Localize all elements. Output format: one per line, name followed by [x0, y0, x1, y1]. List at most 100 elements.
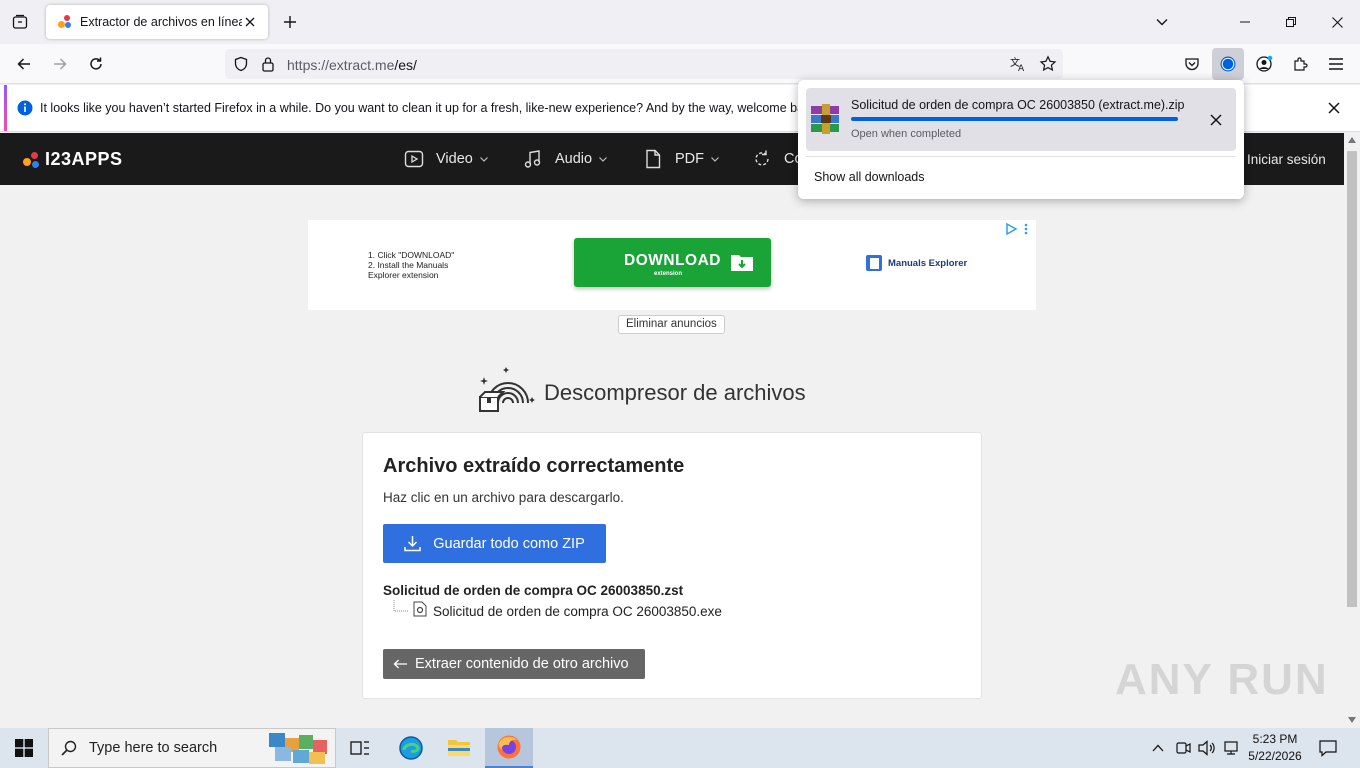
chevron-down-icon — [598, 154, 608, 164]
account-icon[interactable] — [1248, 48, 1280, 80]
cancel-download-icon[interactable] — [1200, 104, 1232, 136]
ad-banner[interactable]: 1. Click "DOWNLOAD" 2. Install the Manua… — [308, 220, 1036, 310]
ad-steps: 1. Click "DOWNLOAD" 2. Install the Manua… — [368, 250, 454, 280]
notifications-icon[interactable] — [1308, 728, 1348, 768]
menu-hamburger-icon[interactable] — [1320, 48, 1352, 80]
firefox-taskbar-icon[interactable] — [485, 728, 533, 768]
page-scrollbar[interactable] — [1344, 133, 1360, 728]
meet-now-icon[interactable] — [1172, 728, 1194, 768]
site-logo[interactable]: I23APPS — [23, 149, 123, 170]
login-link[interactable]: Iniciar sesión — [1247, 152, 1326, 167]
menu-video-label: Video — [436, 151, 473, 167]
downloads-icon[interactable] — [1212, 48, 1244, 80]
file-explorer-icon[interactable] — [435, 728, 483, 768]
search-placeholder: Type here to search — [89, 740, 218, 756]
new-tab-icon[interactable] — [274, 6, 306, 38]
search-highlight-puzzle-icon — [265, 730, 329, 766]
save-all-zip-button[interactable]: Guardar todo como ZIP — [383, 524, 606, 563]
minimize-icon[interactable] — [1222, 0, 1268, 44]
adchoices-icon[interactable] — [1005, 223, 1017, 235]
remove-ads-button[interactable]: Eliminar anuncios — [618, 315, 725, 334]
scroll-down-icon[interactable] — [1348, 717, 1356, 723]
url-text[interactable]: https://extract.me/es/ — [287, 57, 417, 73]
arrow-left-icon — [393, 659, 407, 669]
url-bar[interactable]: https://extract.me/es/ 文A — [225, 49, 1063, 79]
close-tab-icon[interactable] — [242, 14, 258, 30]
menu-video[interactable]: Video — [404, 149, 489, 169]
windows-taskbar: Type here to search 5:23 PM 5/22/2026 — [0, 728, 1360, 768]
tab-title: Extractor de archivos en línea — [80, 15, 242, 29]
archive-name: Solicitud de orden de compra OC 26003850… — [383, 583, 684, 598]
ad-download-label: DOWNLOAD — [624, 252, 721, 269]
manuals-book-icon — [866, 255, 882, 271]
ad-download-sub: extension — [654, 271, 683, 277]
network-icon[interactable] — [1220, 728, 1242, 768]
winrar-archive-icon — [809, 103, 841, 135]
reload-icon[interactable] — [80, 48, 112, 80]
menu-convert[interactable]: Co — [752, 149, 803, 169]
extract-another-button[interactable]: Extraer contenido de otro archivo — [383, 649, 645, 679]
result-card: Archivo extraído correctamente Haz clic … — [362, 432, 982, 699]
show-all-downloads-link[interactable]: Show all downloads — [814, 170, 925, 184]
menu-audio[interactable]: Audio — [523, 149, 608, 169]
close-notification-icon[interactable] — [1318, 92, 1350, 124]
logo-dots-icon — [23, 150, 43, 170]
url-path: /es/ — [394, 57, 417, 73]
menu-pdf[interactable]: PDF — [643, 149, 720, 169]
ad-step-1: 1. Click "DOWNLOAD" — [368, 250, 455, 260]
navigation-toolbar: https://extract.me/es/ 文A — [0, 44, 1360, 84]
download-item[interactable]: Solicitud de orden de compra OC 26003850… — [806, 88, 1236, 151]
notification-text: It looks like you haven’t started Firefo… — [40, 101, 821, 115]
file-link[interactable]: Solicitud de orden de compra OC 26003850… — [433, 604, 722, 619]
browser-titlebar: Extractor de archivos en línea — [0, 0, 1360, 44]
tab-list-icon[interactable] — [4, 6, 36, 38]
restore-icon[interactable] — [1268, 0, 1314, 44]
download-status: Open when completed — [851, 128, 962, 140]
file-exe-icon — [413, 601, 427, 617]
bookmark-star-icon[interactable] — [1039, 55, 1057, 73]
clock-time: 5:23 PM — [1252, 732, 1298, 746]
volume-icon[interactable] — [1196, 728, 1218, 768]
download-icon — [404, 535, 421, 552]
tree-connector — [393, 600, 409, 612]
forward-icon[interactable] — [44, 48, 76, 80]
scroll-up-icon[interactable] — [1348, 137, 1356, 143]
menu-pdf-label: PDF — [675, 151, 704, 167]
tab-active[interactable]: Extractor de archivos en línea — [46, 5, 268, 39]
page-content: 1. Click "DOWNLOAD" 2. Install the Manua… — [0, 185, 1344, 728]
edge-browser-icon[interactable] — [387, 728, 435, 768]
pocket-icon[interactable] — [1176, 48, 1208, 80]
music-icon — [523, 149, 543, 169]
info-icon — [17, 100, 33, 116]
search-icon — [61, 740, 77, 756]
taskbar-clock[interactable]: 5:23 PM 5/22/2026 — [1248, 731, 1302, 765]
folder-download-icon — [730, 252, 754, 272]
chevron-down-icon — [710, 154, 720, 164]
translate-icon[interactable]: 文A — [1009, 55, 1027, 73]
ad-brand-label: Manuals Explorer — [888, 257, 968, 269]
clock-date: 5/22/2026 — [1248, 749, 1302, 763]
shield-icon[interactable] — [233, 56, 249, 72]
taskbar-search-box[interactable]: Type here to search — [48, 728, 336, 768]
chevron-down-icon[interactable] — [1146, 6, 1178, 38]
video-icon — [404, 149, 424, 169]
url-host: https://extract.me — [287, 57, 395, 73]
back-icon[interactable] — [8, 48, 40, 80]
scrollbar-thumb[interactable] — [1347, 151, 1357, 607]
archive-rainbow-icon — [476, 363, 540, 415]
download-filename: Solicitud de orden de compra OC 26003850… — [851, 98, 1185, 112]
page-title: Descompresor de archivos — [544, 380, 806, 405]
page-heading: Descompresor de archivos — [476, 363, 806, 415]
ad-menu-icon[interactable] — [1024, 223, 1028, 235]
close-window-icon[interactable] — [1314, 0, 1360, 44]
downloads-panel: Solicitud de orden de compra OC 26003850… — [798, 80, 1244, 199]
card-title: Archivo extraído correctamente — [383, 455, 685, 477]
task-view-icon[interactable] — [336, 728, 384, 768]
tray-chevron-up-icon[interactable] — [1146, 728, 1170, 768]
card-subtitle: Haz clic en un archivo para descargarlo. — [383, 490, 624, 505]
lock-icon[interactable] — [261, 56, 275, 72]
windows-start-icon[interactable] — [0, 728, 48, 768]
ad-download-button[interactable]: DOWNLOAD extension — [574, 238, 771, 287]
divider — [806, 156, 1236, 157]
extensions-icon[interactable] — [1284, 48, 1316, 80]
